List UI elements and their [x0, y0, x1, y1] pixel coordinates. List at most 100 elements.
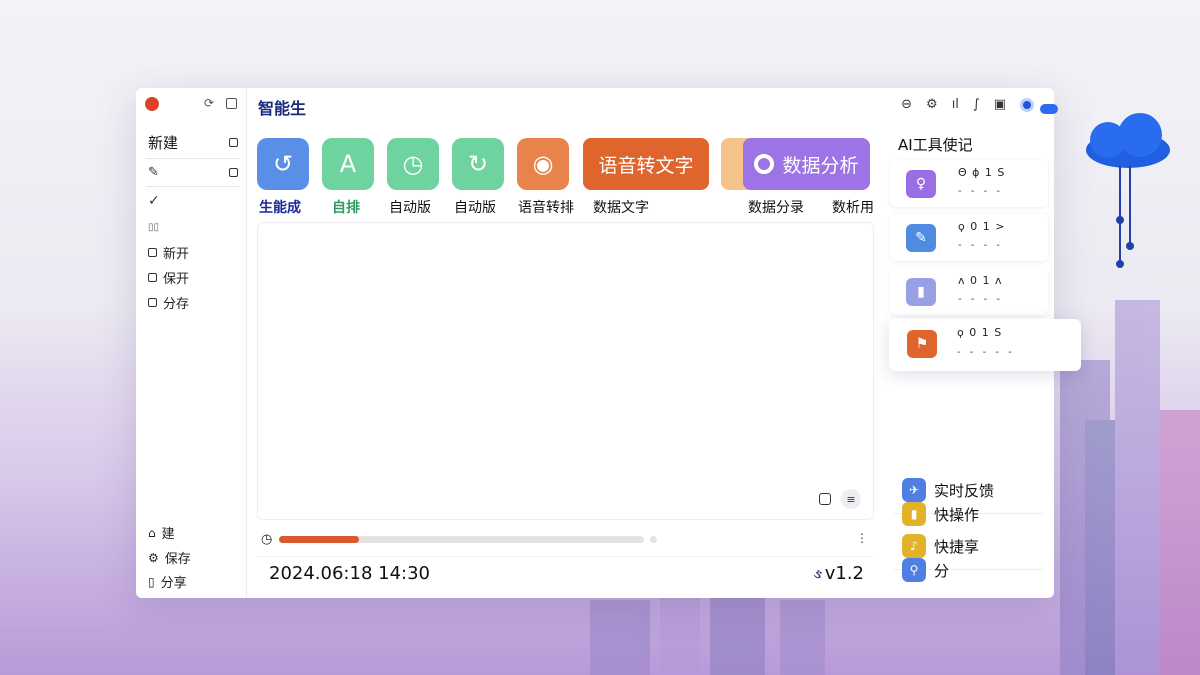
speech-to-text-label: 语音转文字: [598, 154, 694, 177]
doc-icon: [148, 248, 157, 257]
tool-label: 数据文字: [593, 200, 649, 216]
progress-track[interactable]: [279, 536, 644, 543]
divider: [146, 186, 240, 187]
sidebar-item-label: 分存: [163, 297, 190, 312]
sidebar-item-build[interactable]: ⌂ 建: [148, 523, 175, 543]
progress-row: ◷ ⋮: [257, 529, 874, 551]
canvas-controls: ≡: [819, 489, 861, 509]
app-logo-icon: [145, 97, 159, 111]
action-label: 快捷享: [934, 538, 980, 556]
bell-icon: ⌂: [148, 525, 156, 540]
tool-generate-button[interactable]: ↺: [257, 138, 309, 190]
feedback-icon: ✈: [902, 478, 926, 502]
cloud-icon: [1040, 104, 1058, 114]
pen-toggle-icon[interactable]: [229, 168, 238, 177]
doc-icon: [148, 273, 157, 282]
tool-label: 数据分录: [748, 200, 804, 216]
speech-to-text-button[interactable]: 语音转文字: [583, 138, 709, 190]
sidebar-item-label: 保开: [163, 272, 190, 287]
sidebar-item-save-open[interactable]: 保开: [148, 268, 189, 287]
stack-icon[interactable]: ≡: [841, 489, 861, 509]
sidebar-item-share[interactable]: ▯ 分享: [148, 572, 187, 592]
tool-label: 自排: [332, 200, 360, 216]
action-label: 实时反馈: [934, 482, 995, 500]
action-label: 分: [934, 562, 950, 580]
card-title: ʌ 0 1 ʌ: [958, 274, 1003, 287]
more-icon[interactable]: ⋮: [856, 531, 868, 545]
brush-icon[interactable]: ✓: [148, 193, 160, 209]
timer-icon: ◷: [261, 532, 273, 547]
action-label: 快操作: [934, 506, 980, 524]
card-subtitle: - - - -: [958, 294, 1003, 305]
bottle-icon: ▮: [902, 502, 926, 526]
card-subtitle: - - - - -: [957, 347, 1015, 358]
tool-label: 数析用: [832, 200, 874, 216]
right-panel-title: AI工具使记: [898, 136, 973, 154]
tool-label: 自动版: [454, 200, 496, 216]
bulb-icon: ♀: [906, 170, 936, 198]
card-title: ϙ 0 1 S: [957, 326, 1003, 339]
tool-record-card[interactable]: ♀ Θ ϕ 1 S - - - -: [890, 160, 1048, 207]
version-icon: ઙ: [813, 567, 822, 582]
tool-label: 语音转排: [518, 200, 574, 216]
progress-end-dot: [650, 536, 657, 543]
share-icon: ▯: [148, 574, 155, 589]
letter-a-icon: A: [339, 150, 357, 178]
sidebar-item-new[interactable]: 新建: [148, 132, 178, 153]
swirl-icon: ◉: [532, 150, 554, 178]
datetime-text: 2024.06:18 14:30: [269, 563, 430, 584]
user-avatar-icon[interactable]: [1020, 97, 1034, 112]
card-subtitle: - - - -: [958, 186, 1003, 197]
image-icon[interactable]: ▣: [994, 97, 1006, 112]
sidebar-item-new-open[interactable]: 新开: [148, 243, 189, 262]
window-icon[interactable]: [226, 98, 237, 109]
settings-icon[interactable]: ⚙: [926, 97, 938, 112]
tool-record-card[interactable]: ▮ ʌ 0 1 ʌ - - - -: [890, 268, 1048, 315]
sidebar: ⟳ 新建 ✎ ✓ ▯▯ 新开 保开 分存 ⌂ 建 ⚙ 保存 ▯ 分享: [136, 88, 247, 598]
tool-label: 生能成: [259, 200, 301, 216]
tool-label: 自动版: [389, 200, 431, 216]
top-toolbar-icons: ⊖ ⚙ ıl ∫ ▣: [901, 97, 1034, 112]
files-icon: ▯▯: [148, 222, 160, 233]
sidebar-item-save[interactable]: ⚙ 保存: [148, 548, 191, 568]
person-icon: ⚲: [902, 558, 926, 582]
status-bar: 2024.06:18 14:30 ઙ v1.2: [257, 556, 874, 592]
card-title: ϙ 0 1 >: [958, 220, 1006, 233]
tool-speech-layout-button[interactable]: ◉: [517, 138, 569, 190]
tool-record-card-floating[interactable]: ⚑ ϙ 0 1 S - - - - -: [889, 319, 1081, 371]
tool-auto-version-2-button[interactable]: ↻: [452, 138, 504, 190]
clock-icon: ◷: [402, 150, 424, 178]
doc-icon: [148, 298, 157, 307]
sidebar-item-share-save[interactable]: 分存: [148, 293, 189, 312]
music-icon: ♪: [902, 534, 926, 558]
save-icon: ⚙: [148, 550, 159, 565]
flag-icon: ⚑: [907, 330, 937, 358]
data-analysis-button[interactable]: 数据分析: [743, 138, 870, 190]
minimize-icon[interactable]: ⊖: [901, 97, 912, 112]
sync-icon: ↻: [467, 150, 489, 178]
translate-icon: ✎: [906, 224, 936, 252]
tool-autolayout-button[interactable]: A: [322, 138, 374, 190]
card-title: Θ ϕ 1 S: [958, 166, 1006, 179]
bottle-icon: ▮: [906, 278, 936, 306]
chart-icon[interactable]: ıl: [952, 97, 959, 112]
data-analysis-label: 数据分析: [782, 154, 859, 177]
editor-canvas[interactable]: ≡: [257, 222, 874, 520]
sidebar-item-label: 建: [161, 527, 175, 542]
fit-icon[interactable]: [819, 493, 831, 505]
curve-icon[interactable]: ∫: [973, 97, 980, 112]
sync-icon[interactable]: ⟳: [204, 96, 214, 110]
tool-auto-version-button[interactable]: ◷: [387, 138, 439, 190]
sidebar-item-label: 新开: [163, 247, 190, 262]
pen-icon[interactable]: ✎: [148, 165, 159, 180]
sidebar-header: ⟳: [136, 88, 247, 122]
cloud-network-icon: [1086, 113, 1170, 268]
new-checkbox-icon[interactable]: [229, 138, 238, 147]
divider: [146, 158, 240, 159]
progress-fill: [279, 536, 360, 543]
card-subtitle: - - - -: [958, 240, 1003, 251]
app-title: 智能生: [258, 99, 307, 118]
refresh-icon: ↺: [272, 150, 294, 178]
tool-record-card[interactable]: ✎ ϙ 0 1 > - - - -: [890, 214, 1048, 261]
sidebar-item-label: 分享: [160, 576, 187, 591]
